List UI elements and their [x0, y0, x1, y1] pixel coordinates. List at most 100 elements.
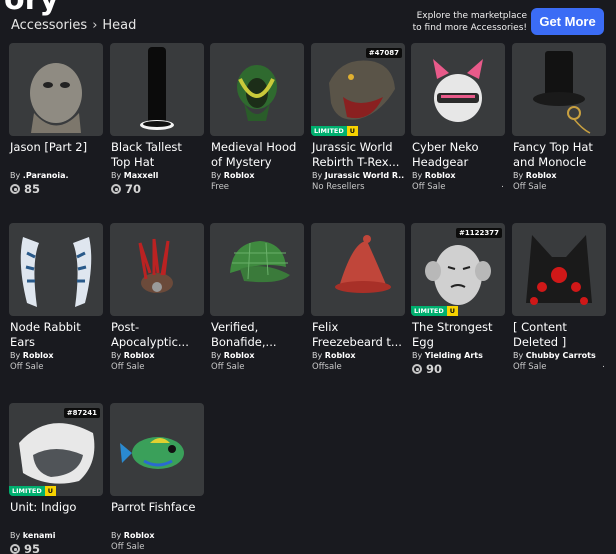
item-thumbnail[interactable]: [210, 43, 304, 136]
robux-icon: [111, 184, 121, 194]
item-card[interactable]: #47087 LIMITED U Jurassic World Rebirth T-…: [311, 43, 405, 192]
creator-link[interactable]: Jurassic World R...: [325, 171, 405, 180]
item-price: 95: [9, 542, 103, 554]
item-thumbnail[interactable]: [9, 223, 103, 316]
creator-link[interactable]: Roblox: [124, 531, 155, 540]
item-card[interactable]: Node Rabbit Ears By Roblox Off Sale: [9, 223, 103, 372]
item-name[interactable]: Black Tallest Top Hat: [110, 140, 204, 170]
item-thumbnail[interactable]: #1122377 LIMITED U: [411, 223, 505, 316]
by-label: By: [10, 351, 21, 360]
item-card[interactable]: Verified, Bonafide,... By Roblox Off Sale: [210, 223, 304, 372]
item-name[interactable]: Medieval Hood of Mystery: [210, 140, 304, 170]
item-status: No Resellers: [312, 182, 365, 192]
item-price: 70: [110, 182, 204, 196]
creator-link[interactable]: Chubby Carrots: [526, 351, 596, 360]
by-label: By: [111, 531, 122, 540]
item-thumbnail[interactable]: [110, 43, 204, 136]
item-name[interactable]: [ Content Deleted ]: [512, 320, 606, 350]
item-name[interactable]: Node Rabbit Ears: [9, 320, 103, 350]
item-card[interactable]: Post-Apocalyptic... By Roblox Off Sale: [110, 223, 204, 372]
item-card[interactable]: #1122377 LIMITED U The Strongest Egg By Yi…: [411, 223, 505, 376]
price-value: 85: [24, 182, 41, 196]
item-thumbnail[interactable]: [110, 403, 204, 496]
by-label: By: [111, 351, 122, 360]
creator-link[interactable]: kenami: [23, 531, 56, 540]
item-image: [30, 63, 82, 133]
item-card[interactable]: Fancy Top Hat and Monocle By Roblox Off S…: [512, 43, 606, 192]
limited-u-label: U: [446, 306, 458, 316]
creator-link[interactable]: .Paranoia.: [23, 171, 69, 180]
item-dot: .: [602, 360, 605, 370]
by-label: By: [513, 171, 524, 180]
item-image: [335, 235, 391, 293]
limited-badge: LIMITED U: [311, 126, 358, 136]
item-name[interactable]: Verified, Bonafide,...: [210, 320, 304, 350]
item-name[interactable]: Jason [Part 2]: [9, 140, 103, 170]
item-card[interactable]: Jason [Part 2] By .Paranoia. 85: [9, 43, 103, 196]
item-status: Off Sale: [513, 182, 547, 192]
item-creator: By kenami: [9, 531, 103, 540]
creator-link[interactable]: Roblox: [224, 351, 255, 360]
by-label: By: [412, 171, 423, 180]
item-name[interactable]: Unit: Indigo: [9, 500, 103, 530]
creator-link[interactable]: Roblox: [124, 351, 155, 360]
item-card[interactable]: #87241 LIMITED U Unit: Indigo By kenami 95: [9, 403, 103, 554]
item-creator: By Roblox: [9, 351, 103, 360]
by-label: By: [211, 351, 222, 360]
item-name[interactable]: The Strongest Egg: [411, 320, 505, 350]
item-status: Off Sale: [513, 362, 547, 372]
item-image: [237, 65, 277, 121]
item-card[interactable]: Cyber Neko Headgear By Roblox Off Sale.: [411, 43, 505, 192]
item-image: [433, 59, 483, 122]
serial-badge: #1122377: [456, 228, 502, 238]
by-label: By: [312, 351, 323, 360]
item-name[interactable]: Post-Apocalyptic...: [110, 320, 204, 350]
item-name[interactable]: Felix Freezebeard t...: [311, 320, 405, 350]
creator-link[interactable]: Roblox: [325, 351, 356, 360]
item-name[interactable]: Jurassic World Rebirth T-Rex...: [311, 140, 405, 170]
item-thumbnail[interactable]: [9, 43, 103, 136]
item-card[interactable]: Black Tallest Top Hat By Maxxell 70: [110, 43, 204, 196]
item-name[interactable]: Fancy Top Hat and Monocle: [512, 140, 606, 170]
by-label: By: [412, 351, 423, 360]
item-card[interactable]: Felix Freezebeard t... By Roblox Offsale: [311, 223, 405, 372]
item-thumbnail[interactable]: [210, 223, 304, 316]
limited-label: LIMITED: [9, 486, 45, 496]
item-image: [138, 238, 173, 293]
item-thumbnail[interactable]: [512, 43, 606, 136]
creator-link[interactable]: Roblox: [23, 351, 54, 360]
by-label: By: [10, 171, 21, 180]
creator-link[interactable]: Roblox: [224, 171, 255, 180]
creator-link[interactable]: Maxxell: [124, 171, 159, 180]
item-creator: By Roblox: [210, 171, 304, 180]
item-thumbnail[interactable]: #87241 LIMITED U: [9, 403, 103, 496]
limited-label: LIMITED: [411, 306, 447, 316]
item-creator: By Roblox: [411, 171, 505, 180]
item-creator: By Roblox: [210, 351, 304, 360]
item-name[interactable]: Cyber Neko Headgear: [411, 140, 505, 170]
creator-link[interactable]: Yielding Arts: [425, 351, 483, 360]
item-status: Offsale: [312, 362, 342, 372]
by-label: By: [111, 171, 122, 180]
creator-link[interactable]: Roblox: [425, 171, 456, 180]
item-thumbnail[interactable]: #47087 LIMITED U: [311, 43, 405, 136]
item-creator: By Roblox: [110, 531, 204, 540]
item-image: [533, 51, 591, 134]
item-creator: By Chubby Carrots: [512, 351, 606, 360]
item-thumbnail[interactable]: [411, 43, 505, 136]
item-card[interactable]: Parrot Fishface By Roblox Off Sale: [110, 403, 204, 552]
serial-badge: #87241: [63, 408, 100, 418]
limited-badge: LIMITED U: [411, 306, 458, 316]
item-status: Off Sale: [412, 182, 446, 192]
item-thumbnail[interactable]: [512, 223, 606, 316]
by-label: By: [10, 531, 21, 540]
item-image: [20, 237, 92, 307]
item-card[interactable]: Medieval Hood of Mystery By Roblox Free: [210, 43, 304, 192]
creator-link[interactable]: Roblox: [526, 171, 557, 180]
item-name[interactable]: Parrot Fishface: [110, 500, 204, 530]
by-label: By: [513, 351, 524, 360]
item-thumbnail[interactable]: [311, 223, 405, 316]
item-thumbnail[interactable]: [110, 223, 204, 316]
item-card[interactable]: [ Content Deleted ] By Chubby Carrots Off…: [512, 223, 606, 372]
limited-badge: LIMITED U: [9, 486, 56, 496]
